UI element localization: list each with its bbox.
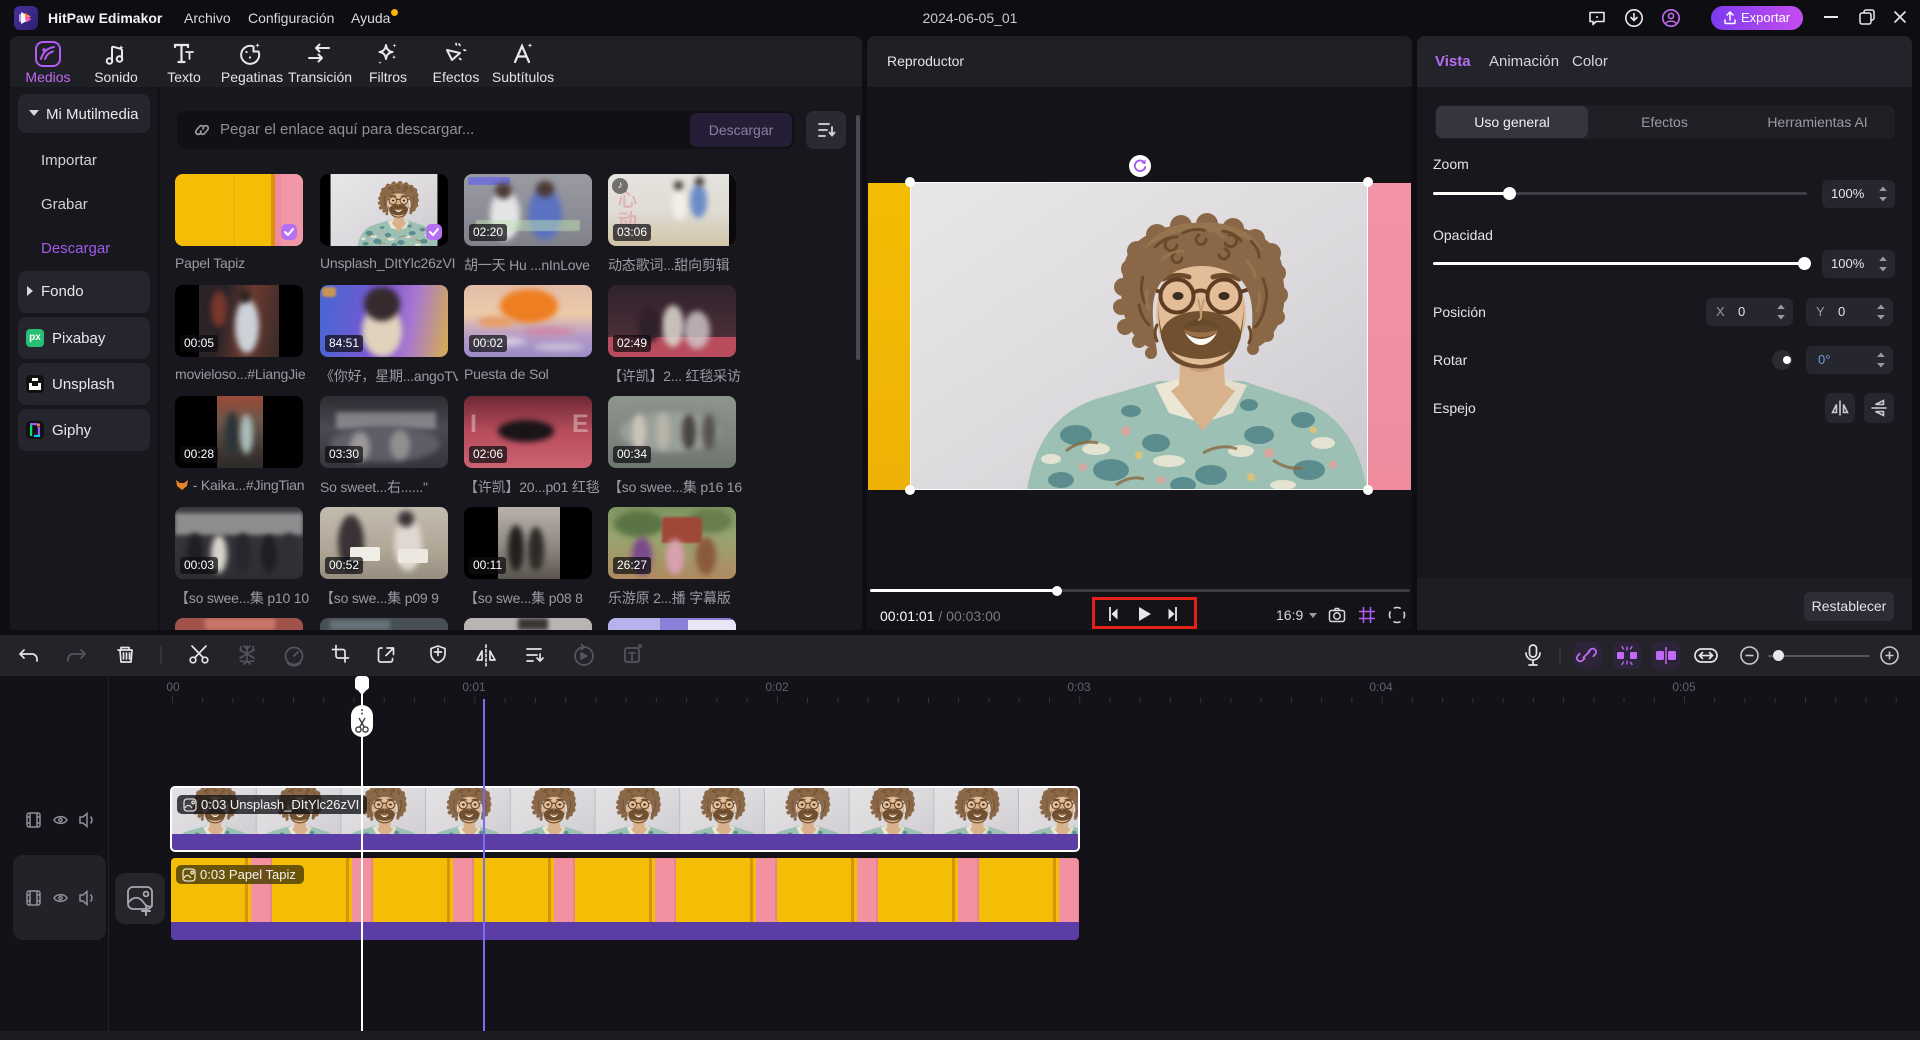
- svg-text:0:03: 0:03: [1067, 680, 1091, 694]
- svg-text:0:04: 0:04: [1369, 680, 1393, 694]
- svg-text:00: 00: [166, 680, 180, 694]
- svg-text:0:02: 0:02: [765, 680, 789, 694]
- svg-text:0:01: 0:01: [462, 680, 486, 694]
- svg-text:0:05: 0:05: [1672, 680, 1696, 694]
